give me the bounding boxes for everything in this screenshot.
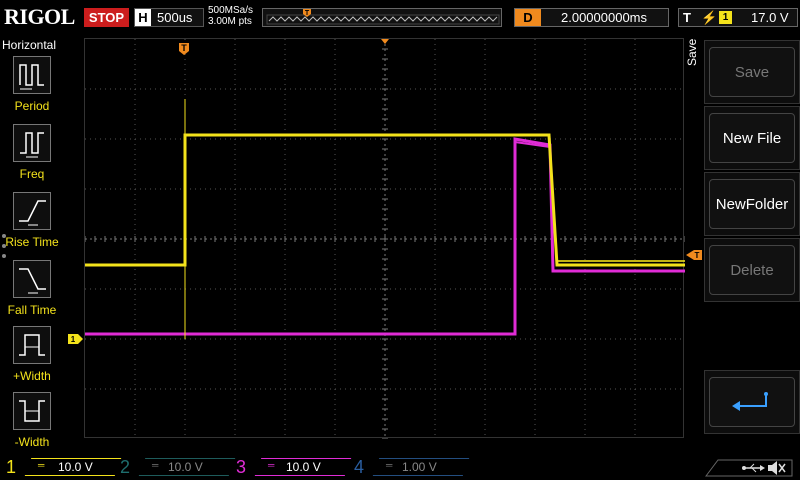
trigger-label: T — [683, 10, 691, 25]
positive-width-icon — [13, 326, 51, 364]
channel-1-status[interactable]: 1 ═ 10.0 V — [6, 456, 122, 478]
delete-softkey[interactable]: Delete — [704, 238, 800, 302]
channel-status-bar: 1 ═ 10.0 V 2 ═ 10.0 V 3 ═ 10.0 V 4 ═ 1.0… — [0, 452, 800, 480]
top-status-bar: RIGOL STOP H 500us 500MSa/s 3.00M pts T … — [0, 0, 800, 36]
delay-label: D — [515, 9, 541, 26]
channel-2-scale: 10.0 V — [168, 460, 203, 474]
fall-time-icon — [13, 260, 51, 298]
channel-2-coupling-icon: ═ — [152, 460, 159, 470]
delay-value: 2.00000000ms — [561, 10, 648, 25]
measure-positive-width-label: +Width — [13, 369, 51, 383]
save-softkey[interactable]: Save — [704, 40, 800, 104]
new-file-softkey-label: New File — [709, 113, 795, 163]
channel-1-coupling-icon: ═ — [38, 460, 45, 470]
freq-icon — [13, 124, 51, 162]
measure-positive-width-button[interactable]: +Width — [0, 326, 64, 390]
timebase-box[interactable]: H 500us — [134, 8, 204, 27]
memory-depth: 3.00M pts — [208, 16, 252, 27]
measure-negative-width-label: -Width — [14, 435, 50, 449]
channel-3-status[interactable]: 3 ═ 10.0 V — [236, 456, 352, 478]
trigger-box[interactable]: T ⚡ 1 17.0 V — [678, 8, 798, 27]
measure-rise-time-label: Rise Time — [5, 235, 59, 249]
sample-rate: 500MSa/s — [208, 5, 254, 16]
trigger-source: 1 — [719, 11, 732, 24]
trigger-level: 17.0 V — [751, 10, 789, 25]
channel-1-scale: 10.0 V — [58, 460, 93, 474]
channel-4-coupling-icon: ═ — [386, 460, 393, 470]
return-softkey-frame — [709, 377, 795, 427]
new-folder-softkey-label: NewFolder — [709, 179, 795, 229]
measure-negative-width-button[interactable]: -Width — [0, 392, 64, 456]
run-stop-indicator[interactable]: STOP — [84, 8, 129, 27]
acquisition-info: 500MSa/s 3.00M pts — [208, 5, 253, 27]
measure-freq-label: Freq — [19, 167, 45, 181]
rising-edge-icon: ⚡ — [701, 10, 718, 25]
rise-time-icon — [13, 192, 51, 230]
measure-panel: Horizontal Period Freq Rise Time Fall Ti… — [0, 36, 64, 452]
measure-period-button[interactable]: Period — [0, 56, 64, 120]
negative-width-icon — [13, 392, 51, 430]
speaker-muted-icon[interactable] — [768, 461, 786, 475]
channel-4-status[interactable]: 4 ═ 1.00 V — [354, 456, 470, 478]
save-softkey-label: Save — [709, 47, 795, 97]
channel-4-scale: 1.00 V — [402, 460, 437, 474]
ch1-ground-label: 1 — [71, 335, 76, 344]
measure-period-label: Period — [14, 99, 50, 113]
channel-3-scale: 10.0 V — [286, 460, 321, 474]
measure-category-title: Horizontal — [2, 38, 57, 52]
timebase-label: H — [135, 9, 151, 26]
return-softkey[interactable] — [704, 370, 800, 434]
system-status-area — [700, 456, 796, 478]
channel-3-coupling-icon: ═ — [268, 460, 275, 470]
usb-icon — [742, 463, 765, 473]
delete-softkey-label: Delete — [709, 245, 795, 295]
waveform-display[interactable] — [84, 38, 685, 439]
measure-fall-time-button[interactable]: Fall Time — [0, 260, 64, 324]
memory-overview-bar[interactable]: T — [262, 8, 502, 27]
brand-logo: RIGOL — [4, 4, 75, 29]
channel-2-number: 2 — [120, 457, 131, 477]
measure-fall-time-label: Fall Time — [7, 303, 57, 317]
softkey-menu: Save Save New File NewFolder Delete — [685, 36, 800, 452]
channel-2-status[interactable]: 2 ═ 10.0 V — [120, 456, 236, 478]
new-file-softkey[interactable]: New File — [704, 106, 800, 170]
waveform-grid — [85, 39, 685, 439]
channel-3-number: 3 — [236, 457, 247, 477]
ch1-ground-marker[interactable]: 1 — [68, 334, 83, 344]
return-icon — [732, 392, 768, 411]
menu-title: Save — [685, 38, 699, 66]
memory-overview-wave: T — [266, 9, 500, 25]
period-icon — [13, 56, 51, 94]
new-folder-softkey[interactable]: NewFolder — [704, 172, 800, 236]
channel-1-number: 1 — [6, 457, 17, 477]
timebase-value: 500us — [157, 10, 193, 25]
measure-freq-button[interactable]: Freq — [0, 124, 64, 188]
overview-trigger-marker: T — [305, 10, 310, 17]
delay-box[interactable]: D 2.00000000ms — [514, 8, 669, 27]
measure-rise-time-button[interactable]: Rise Time — [0, 192, 64, 256]
channel-4-number: 4 — [354, 457, 365, 477]
